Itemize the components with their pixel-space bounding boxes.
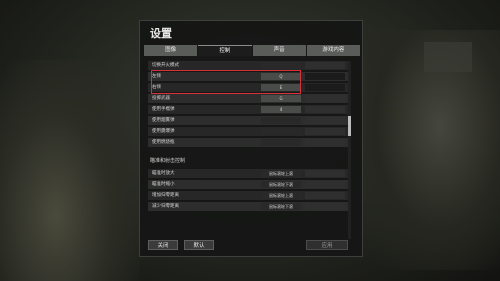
section-title: 瞄准和射击控制	[150, 158, 186, 164]
keybind-row: 使用震爆弹	[148, 127, 348, 136]
primary-key-slot[interactable]: E	[261, 84, 301, 91]
background-structure	[424, 42, 472, 72]
primary-key-slot[interactable]: G	[261, 95, 301, 102]
primary-key-slot[interactable]	[261, 139, 301, 146]
primary-key-slot[interactable]: 鼠标滚轮下滚	[261, 203, 301, 210]
primary-key-slot[interactable]: 鼠标滚轮上滚	[261, 192, 301, 199]
keybind-row: 左倾 Q	[148, 72, 348, 81]
keybind-label: 增加归零距离	[152, 193, 179, 198]
secondary-key-slot[interactable]	[305, 139, 345, 146]
tab-graphics[interactable]: 图像	[144, 45, 198, 56]
keybind-label: 使用手榴弹	[152, 107, 175, 112]
keybinding-list: 切换开火模式 左倾 Q 右倾 E 投掷武器 G 使用手榴弹 4 使用烟雾弹 使用…	[148, 61, 348, 243]
secondary-key-slot[interactable]	[305, 203, 345, 210]
primary-key-slot[interactable]: Q	[261, 73, 301, 80]
primary-key-slot[interactable]	[261, 128, 301, 135]
keybind-label: 使用烟雾弹	[152, 118, 175, 123]
secondary-key-slot[interactable]	[305, 73, 345, 80]
secondary-key-slot[interactable]	[305, 117, 345, 124]
keybind-row: 使用烟雾弹	[148, 116, 348, 125]
keybind-row: 切换开火模式	[148, 61, 348, 70]
tab-gameplay[interactable]: 游戏内容	[306, 45, 360, 56]
secondary-key-slot[interactable]	[305, 95, 345, 102]
keybind-label: 切换开火模式	[152, 63, 179, 68]
primary-key-slot[interactable]	[261, 117, 301, 124]
keybind-row: 瞄准时缩小 鼠标滚轮下滚	[148, 180, 348, 189]
scrollbar[interactable]	[348, 61, 351, 239]
secondary-key-slot[interactable]	[305, 106, 345, 113]
apply-button[interactable]: 应用	[306, 240, 348, 250]
secondary-key-slot[interactable]	[305, 84, 345, 91]
secondary-key-slot[interactable]	[305, 128, 345, 135]
keybind-row: 使用手榴弹 4	[148, 105, 348, 114]
tab-sound[interactable]: 声音	[252, 45, 306, 56]
settings-tabs: 图像 控制 声音 游戏内容	[144, 45, 360, 56]
keybind-row: 减少归零距离 鼠标滚轮下滚	[148, 202, 348, 211]
keybind-label: 使用燃烧瓶	[152, 140, 175, 145]
keybind-label: 投掷武器	[152, 96, 170, 101]
keybind-row: 瞄准时放大 鼠标滚轮上滚	[148, 169, 348, 178]
keybind-row: 右倾 E	[148, 83, 348, 92]
keybind-label: 瞄准时放大	[152, 171, 175, 176]
keybind-label: 左倾	[152, 74, 161, 79]
tab-controls[interactable]: 控制	[198, 45, 252, 56]
primary-key-slot[interactable]: 鼠标滚轮下滚	[261, 181, 301, 188]
dialog-title: 设置	[150, 27, 172, 40]
secondary-key-slot[interactable]	[305, 170, 345, 177]
keybind-label: 右倾	[152, 85, 161, 90]
primary-key-slot[interactable]	[261, 62, 301, 69]
keybind-row: 投掷武器 G	[148, 94, 348, 103]
scrollbar-thumb[interactable]	[348, 116, 351, 136]
keybind-label: 瞄准时缩小	[152, 182, 175, 187]
secondary-key-slot[interactable]	[305, 181, 345, 188]
close-button[interactable]: 关闭	[148, 240, 178, 250]
secondary-key-slot[interactable]	[305, 192, 345, 199]
keybind-label: 使用震爆弹	[152, 129, 175, 134]
keybind-row: 增加归零距离 鼠标滚轮上滚	[148, 191, 348, 200]
primary-key-slot[interactable]: 鼠标滚轮上滚	[261, 170, 301, 177]
background-scenery-left	[0, 60, 140, 281]
default-button[interactable]: 默认	[184, 240, 214, 250]
keybind-label: 减少归零距离	[152, 204, 179, 209]
settings-dialog: 设置 图像 控制 声音 游戏内容 切换开火模式 左倾 Q 右倾 E 投掷武器 G…	[139, 20, 363, 257]
secondary-key-slot[interactable]	[305, 62, 345, 69]
primary-key-slot[interactable]: 4	[261, 106, 301, 113]
keybind-row: 使用燃烧瓶	[148, 138, 348, 147]
